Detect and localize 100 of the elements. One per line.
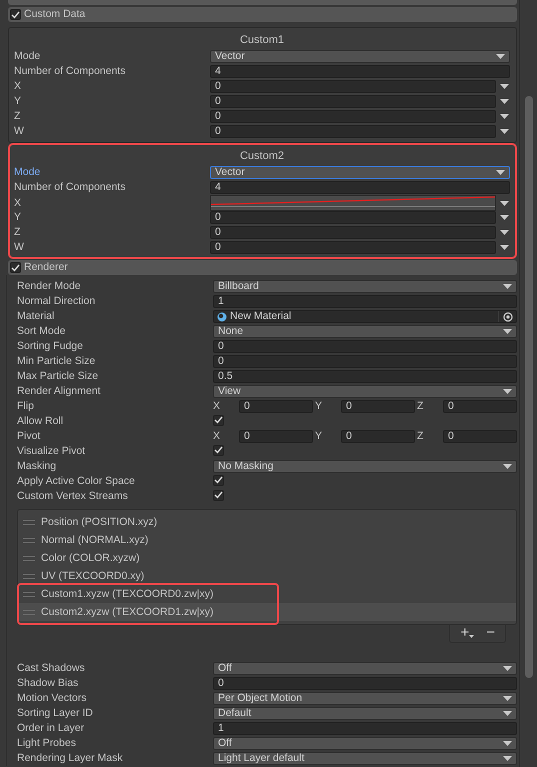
dropdown[interactable]: Vector <box>210 166 510 179</box>
number-field[interactable]: 0.5 <box>213 370 517 383</box>
number-field[interactable]: 0 <box>213 677 517 690</box>
number-field[interactable]: 0 <box>210 125 496 138</box>
dropdown[interactable]: Per Object Motion <box>213 692 517 705</box>
checkbox[interactable] <box>213 444 224 456</box>
number-field[interactable]: 0 <box>341 430 415 443</box>
caret-icon <box>503 389 512 394</box>
field-label: Light Probes <box>17 737 77 750</box>
dropdown[interactable]: None <box>213 325 517 338</box>
field-label: Normal Direction <box>17 295 96 308</box>
axis-label: Z <box>417 430 424 443</box>
drag-handle-icon[interactable] <box>23 574 35 578</box>
drag-handle-icon[interactable] <box>23 610 35 614</box>
module-checkbox[interactable] <box>10 9 21 20</box>
number-field[interactable]: 0 <box>443 400 517 413</box>
number-field[interactable]: 0 <box>210 241 496 254</box>
stream-list-item[interactable]: Custom2.xyzw (TEXCOORD1.zw|xy) <box>18 603 516 621</box>
number-field[interactable]: 0 <box>239 400 313 413</box>
caret-icon <box>503 329 512 334</box>
scrollbar-thumb[interactable] <box>525 96 533 678</box>
field-label: Mode <box>14 166 42 179</box>
number-field[interactable]: 1 <box>213 295 517 308</box>
number-field[interactable]: 0 <box>443 430 517 443</box>
number-field[interactable]: 0 <box>213 355 517 368</box>
module-header[interactable]: Renderer <box>8 260 517 275</box>
dropdown[interactable]: Light Layer default <box>213 752 517 765</box>
caret-icon <box>500 114 509 119</box>
axis-label: X <box>213 430 222 443</box>
dropdown[interactable]: Billboard <box>213 280 517 293</box>
stream-list-item[interactable]: Color (COLOR.xyzw) <box>18 549 516 567</box>
stream-list-item[interactable]: Normal (NORMAL.xyz) <box>18 531 516 549</box>
field-label: Y <box>14 95 22 108</box>
field-label: Render Mode <box>17 280 82 293</box>
object-field[interactable]: New Material <box>213 310 517 323</box>
field-label: Visualize Pivot <box>17 445 86 458</box>
field-label: W <box>14 125 25 138</box>
field-label: Allow Roll <box>17 415 64 428</box>
number-field[interactable]: 0 <box>213 340 517 353</box>
checkbox[interactable] <box>213 414 224 426</box>
dropdown[interactable]: Off <box>213 662 517 675</box>
field-label: X <box>14 80 22 93</box>
checkmark-icon <box>11 264 20 272</box>
checkbox[interactable] <box>213 490 224 501</box>
number-field[interactable]: 4 <box>210 65 510 78</box>
checkbox[interactable] <box>213 474 224 486</box>
dropdown[interactable]: Vector <box>210 50 510 63</box>
number-field[interactable]: 1 <box>213 722 517 735</box>
dropdown[interactable]: Default <box>213 707 517 720</box>
caret-icon <box>500 230 509 235</box>
field-label: Sorting Layer ID <box>17 707 94 720</box>
field-label: Min Particle Size <box>17 355 96 368</box>
number-field[interactable]: 0 <box>210 80 496 93</box>
field-label: W <box>14 241 25 254</box>
curve-field[interactable] <box>210 195 496 211</box>
axis-label: X <box>213 400 222 413</box>
field-label: Order in Layer <box>17 722 86 735</box>
number-field[interactable]: 0 <box>210 211 496 224</box>
stream-list-item[interactable]: Position (POSITION.xyz) <box>18 513 516 531</box>
caret-icon <box>500 245 509 250</box>
dropdown[interactable]: No Masking <box>213 460 517 473</box>
field-label: Pivot <box>17 430 42 443</box>
number-field[interactable]: 0 <box>210 110 496 123</box>
module-header[interactable]: Custom Data <box>8 7 517 22</box>
field-label: Motion Vectors <box>17 692 88 705</box>
field-label: Rendering Layer Mask <box>17 752 124 765</box>
drag-handle-icon[interactable] <box>23 556 35 560</box>
number-field[interactable]: 0 <box>341 400 415 413</box>
number-field[interactable]: 0 <box>239 430 313 443</box>
dropdown[interactable]: Off <box>213 737 517 750</box>
module-checkbox[interactable] <box>10 262 21 273</box>
field-label: Sort Mode <box>17 325 66 338</box>
caret-icon <box>500 84 509 89</box>
module-title: Custom Data <box>24 8 86 21</box>
caret-icon <box>496 170 505 175</box>
number-field[interactable]: 0 <box>210 95 496 108</box>
drag-handle-icon[interactable] <box>23 538 35 542</box>
number-field[interactable]: 0 <box>210 226 496 239</box>
checkmark-icon <box>214 416 223 424</box>
axis-label: Y <box>315 400 324 413</box>
add-button[interactable]: + <box>454 625 480 642</box>
dropdown[interactable]: View <box>213 385 517 398</box>
field-label: Custom Vertex Streams <box>17 490 129 503</box>
stream-list-item[interactable]: UV (TEXCOORD0.xy) <box>18 567 516 585</box>
caret-icon <box>503 756 512 761</box>
field-label: Mode <box>14 50 42 63</box>
remove-button[interactable]: − <box>480 625 501 642</box>
field-label: Shadow Bias <box>17 677 80 690</box>
panel-title: Custom1 <box>238 33 286 48</box>
number-field[interactable]: 4 <box>210 181 510 194</box>
caret-icon <box>469 635 474 638</box>
stream-list-item[interactable]: Custom1.xyzw (TEXCOORD0.zw|xy) <box>18 585 516 603</box>
drag-handle-icon[interactable] <box>23 520 35 524</box>
panel-title: Custom2 <box>238 149 286 164</box>
drag-handle-icon[interactable] <box>23 592 35 596</box>
caret-icon <box>503 284 512 289</box>
caret-icon <box>500 215 509 220</box>
checkmark-icon <box>11 10 20 18</box>
field-label: Z <box>14 226 22 239</box>
caret-icon <box>503 711 512 716</box>
